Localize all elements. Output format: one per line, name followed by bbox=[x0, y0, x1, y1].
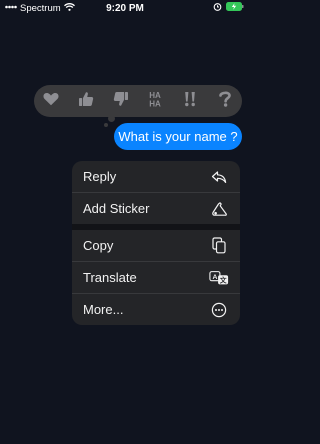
reaction-thumbs-up-button[interactable] bbox=[73, 88, 99, 114]
alarm-icon bbox=[213, 2, 222, 14]
tapback-reaction-bar: HA HA bbox=[34, 85, 242, 117]
message-text: What is your name ? bbox=[118, 129, 238, 144]
svg-text:文: 文 bbox=[219, 275, 227, 284]
context-menu: Reply Add Sticker Copy Translate A 文 Mor… bbox=[72, 161, 240, 325]
thumbs-up-icon bbox=[78, 91, 94, 112]
battery-charging-icon bbox=[226, 2, 244, 14]
reply-icon bbox=[209, 167, 229, 187]
more-icon bbox=[209, 300, 229, 320]
svg-text:A: A bbox=[212, 273, 217, 280]
menu-item-reply[interactable]: Reply bbox=[72, 161, 240, 192]
exclamation-icon bbox=[183, 91, 197, 112]
menu-item-label: Add Sticker bbox=[83, 201, 150, 216]
haha-icon: HA HA bbox=[145, 90, 165, 113]
reaction-emphasize-button[interactable] bbox=[177, 88, 203, 114]
menu-item-translate[interactable]: Translate A 文 bbox=[72, 262, 240, 293]
menu-item-label: More... bbox=[83, 302, 124, 317]
message-bubble[interactable]: What is your name ? bbox=[114, 123, 242, 150]
translate-icon: A 文 bbox=[209, 268, 229, 288]
copy-icon bbox=[209, 236, 229, 256]
sticker-icon bbox=[209, 199, 229, 219]
reaction-heart-button[interactable] bbox=[38, 88, 64, 114]
menu-item-label: Reply bbox=[83, 169, 117, 184]
question-icon bbox=[218, 91, 231, 112]
menu-item-copy[interactable]: Copy bbox=[72, 230, 240, 261]
menu-item-label: Translate bbox=[83, 270, 137, 285]
reaction-question-button[interactable] bbox=[212, 88, 238, 114]
reaction-bar-tail bbox=[108, 115, 115, 122]
status-right bbox=[213, 2, 244, 14]
reaction-thumbs-down-button[interactable] bbox=[108, 88, 134, 114]
svg-text:HA: HA bbox=[150, 99, 162, 108]
status-bar: Spectrum 9:20 PM bbox=[0, 0, 250, 16]
heart-icon bbox=[43, 92, 59, 111]
reaction-bar-tail-small bbox=[104, 123, 108, 127]
thumbs-down-icon bbox=[113, 91, 129, 112]
menu-item-label: Copy bbox=[83, 238, 114, 253]
reaction-haha-button[interactable]: HA HA bbox=[142, 88, 168, 114]
menu-item-add-sticker[interactable]: Add Sticker bbox=[72, 193, 240, 224]
menu-item-more[interactable]: More... bbox=[72, 294, 240, 325]
